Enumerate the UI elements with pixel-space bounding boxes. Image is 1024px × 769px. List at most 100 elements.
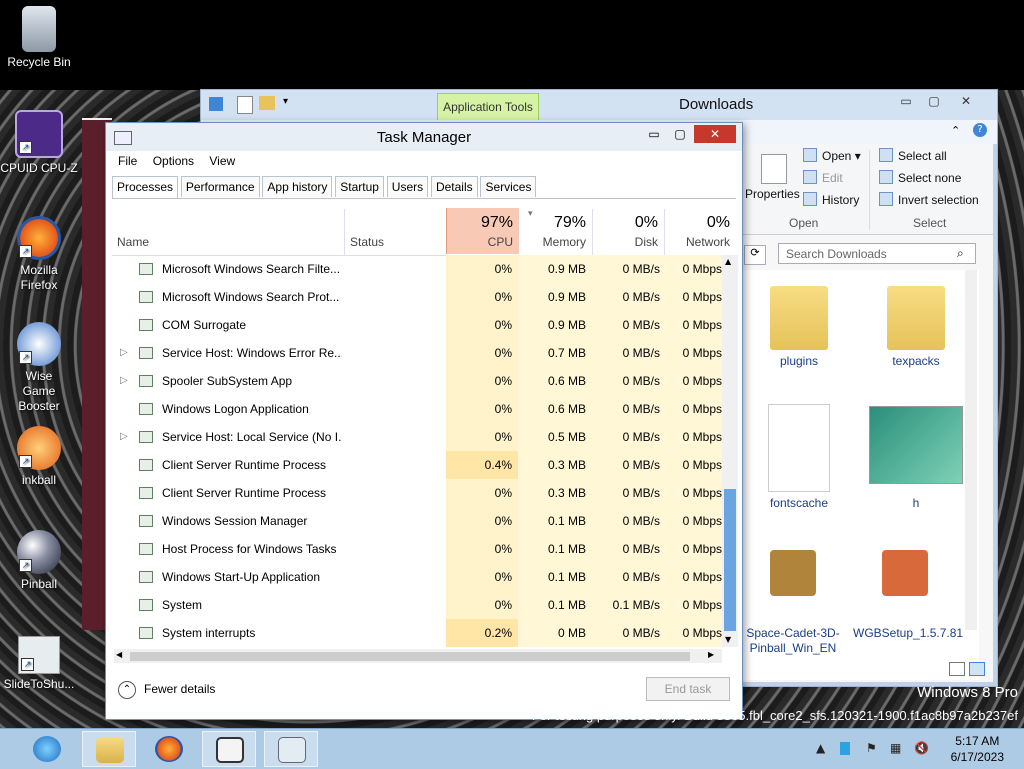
table-row[interactable]: System interrupts 0.2% 0 MB 0 MB/s 0 Mbps: [106, 619, 722, 647]
menu-file[interactable]: File: [118, 154, 137, 168]
table-row[interactable]: Microsoft Windows Search Filte... 0% 0.9 M…: [106, 255, 722, 283]
action-center-flag-icon[interactable]: ⚑: [866, 741, 877, 755]
file-item[interactable]: h: [866, 406, 966, 510]
process-list-vertical-scrollbar[interactable]: ▲ ▼: [722, 255, 738, 647]
expand-chevron-icon[interactable]: [120, 479, 132, 507]
search-input[interactable]: Search Downloads: [778, 243, 976, 264]
desktop-icon-firefox[interactable]: ↗ Mozilla Firefox: [0, 216, 78, 293]
file-item[interactable]: texpacks: [866, 286, 966, 368]
maximize-icon[interactable]: ▢: [921, 92, 947, 110]
column-header-name[interactable]: Name: [117, 235, 149, 249]
expand-chevron-icon[interactable]: ▷: [120, 339, 132, 367]
file-item[interactable]: WGBSetup_1.5.7.81: [853, 528, 963, 641]
end-task-button[interactable]: End task: [646, 677, 730, 701]
select-none-button[interactable]: Select none: [879, 170, 961, 185]
properties-button[interactable]: Properties: [745, 187, 800, 201]
table-row[interactable]: Windows Logon Application 0% 0.6 MB 0 MB/s 0…: [106, 395, 722, 423]
edit-button[interactable]: Edit: [803, 170, 843, 185]
properties-quick-icon[interactable]: [237, 96, 253, 114]
tray-app-icon[interactable]: [840, 742, 850, 755]
column-header-memory[interactable]: ▾ 79% Memory: [518, 208, 592, 254]
tab-app-history[interactable]: App history: [262, 176, 333, 197]
file-item[interactable]: fontscache: [749, 404, 849, 510]
expand-chevron-icon[interactable]: [120, 563, 132, 591]
taskbar-console-app[interactable]: [202, 731, 256, 767]
expand-chevron-icon[interactable]: [120, 283, 132, 311]
table-row[interactable]: System 0% 0.1 MB 0.1 MB/s 0 Mbps: [106, 591, 722, 619]
show-hidden-icons-icon[interactable]: ▲: [816, 741, 825, 755]
desktop-icon-cpuz[interactable]: ↗ CPUID CPU-Z: [0, 110, 78, 175]
taskbar-firefox[interactable]: [142, 731, 196, 767]
table-row[interactable]: COM Surrogate 0% 0.9 MB 0 MB/s 0 Mbps: [106, 311, 722, 339]
expand-chevron-icon[interactable]: ▷: [120, 423, 132, 451]
column-header-network[interactable]: 0% Network: [664, 208, 736, 254]
expand-chevron-icon[interactable]: [120, 395, 132, 423]
tab-processes[interactable]: Processes: [112, 176, 179, 199]
application-tools-tab[interactable]: Application Tools: [437, 93, 539, 122]
explorer-vertical-scrollbar[interactable]: [965, 270, 977, 630]
desktop-icon-recycle-bin[interactable]: Recycle Bin: [0, 6, 78, 69]
tab-services[interactable]: Services: [480, 176, 537, 197]
system-clock[interactable]: 5:17 AM 6/17/2023: [951, 733, 1004, 765]
history-button[interactable]: History: [803, 192, 859, 207]
customize-quick-access-icon[interactable]: ▾: [283, 96, 288, 107]
table-row[interactable]: Host Process for Windows Tasks 0% 0.1 MB 0 …: [106, 535, 722, 563]
table-row[interactable]: Windows Start-Up Application 0% 0.1 MB 0 MB…: [106, 563, 722, 591]
table-row[interactable]: Client Server Runtime Process 0.4% 0.3 MB 0…: [106, 451, 722, 479]
taskbar-task-manager[interactable]: [264, 731, 318, 767]
desktop-icon-inkball[interactable]: ↗ inkball: [0, 426, 78, 487]
volume-muted-icon[interactable]: 🔇: [914, 741, 929, 755]
close-icon[interactable]: ✕: [694, 125, 736, 143]
scroll-up-icon[interactable]: ▲: [725, 257, 731, 266]
close-icon[interactable]: ✕: [953, 92, 979, 110]
expand-chevron-icon[interactable]: [120, 507, 132, 535]
expand-chevron-icon[interactable]: [120, 535, 132, 563]
scroll-thumb[interactable]: [724, 489, 736, 631]
expand-chevron-icon[interactable]: [120, 591, 132, 619]
open-button[interactable]: Open ▾: [803, 148, 861, 163]
scroll-thumb[interactable]: [130, 652, 690, 661]
table-row[interactable]: ▷ Service Host: Local Service (No I... 0% 0…: [106, 423, 722, 451]
table-row[interactable]: Windows Session Manager 0% 0.1 MB 0 MB/s 0 M…: [106, 507, 722, 535]
scroll-right-icon[interactable]: ▶: [708, 650, 714, 659]
menu-view[interactable]: View: [209, 154, 235, 168]
menu-options[interactable]: Options: [153, 154, 194, 168]
column-header-status[interactable]: Status: [350, 235, 384, 249]
collapse-ribbon-icon[interactable]: ⌃: [951, 124, 960, 137]
down-arrow-icon[interactable]: [209, 97, 223, 111]
details-view-icon[interactable]: [949, 662, 965, 676]
taskbar-internet-explorer[interactable]: [20, 731, 74, 767]
desktop-icon-pinball[interactable]: ↗ Pinball: [0, 530, 78, 591]
expand-chevron-icon[interactable]: [120, 255, 132, 283]
large-icons-view-icon[interactable]: [969, 662, 985, 676]
table-row[interactable]: ▷ Spooler SubSystem App 0% 0.6 MB 0 MB/s 0 Mb…: [106, 367, 722, 395]
scroll-down-icon[interactable]: ▼: [725, 635, 731, 644]
table-row[interactable]: Microsoft Windows Search Prot... 0% 0.9 MB…: [106, 283, 722, 311]
network-icon[interactable]: ▦: [890, 741, 901, 755]
column-header-disk[interactable]: 0% Disk: [592, 208, 664, 254]
desktop-icon-wise-game-booster[interactable]: ↗ Wise Game Booster: [0, 322, 78, 414]
fewer-details-button[interactable]: ⌃ Fewer details: [118, 681, 215, 699]
maximize-icon[interactable]: ▢: [668, 125, 692, 143]
minimize-icon[interactable]: ▭: [893, 92, 919, 110]
expand-chevron-icon[interactable]: [120, 619, 132, 647]
expand-chevron-icon[interactable]: [120, 311, 132, 339]
refresh-icon[interactable]: ⟳: [744, 245, 766, 265]
new-folder-quick-icon[interactable]: [259, 96, 275, 110]
table-row[interactable]: ▷ Service Host: Windows Error Re... 0% 0.7 …: [106, 339, 722, 367]
file-item[interactable]: Space-Cadet-3D-Pinball_Win_EN: [741, 528, 845, 656]
tab-startup[interactable]: Startup: [335, 176, 384, 197]
scroll-left-icon[interactable]: ◀: [116, 650, 122, 659]
process-list-horizontal-scrollbar[interactable]: ◀ ▶: [114, 649, 722, 663]
expand-chevron-icon[interactable]: ▷: [120, 367, 132, 395]
invert-selection-button[interactable]: Invert selection: [879, 192, 979, 207]
expand-chevron-icon[interactable]: [120, 451, 132, 479]
column-header-cpu[interactable]: 97% CPU: [446, 208, 519, 254]
desktop-icon-slidetoshutdown[interactable]: ↗ SlideToShu...: [0, 636, 78, 691]
file-item[interactable]: plugins: [749, 286, 849, 368]
tab-performance[interactable]: Performance: [180, 176, 260, 197]
taskbar-file-explorer[interactable]: [82, 731, 136, 767]
tab-users[interactable]: Users: [386, 176, 429, 197]
minimize-icon[interactable]: ▭: [642, 125, 666, 143]
help-icon[interactable]: ?: [973, 123, 987, 137]
